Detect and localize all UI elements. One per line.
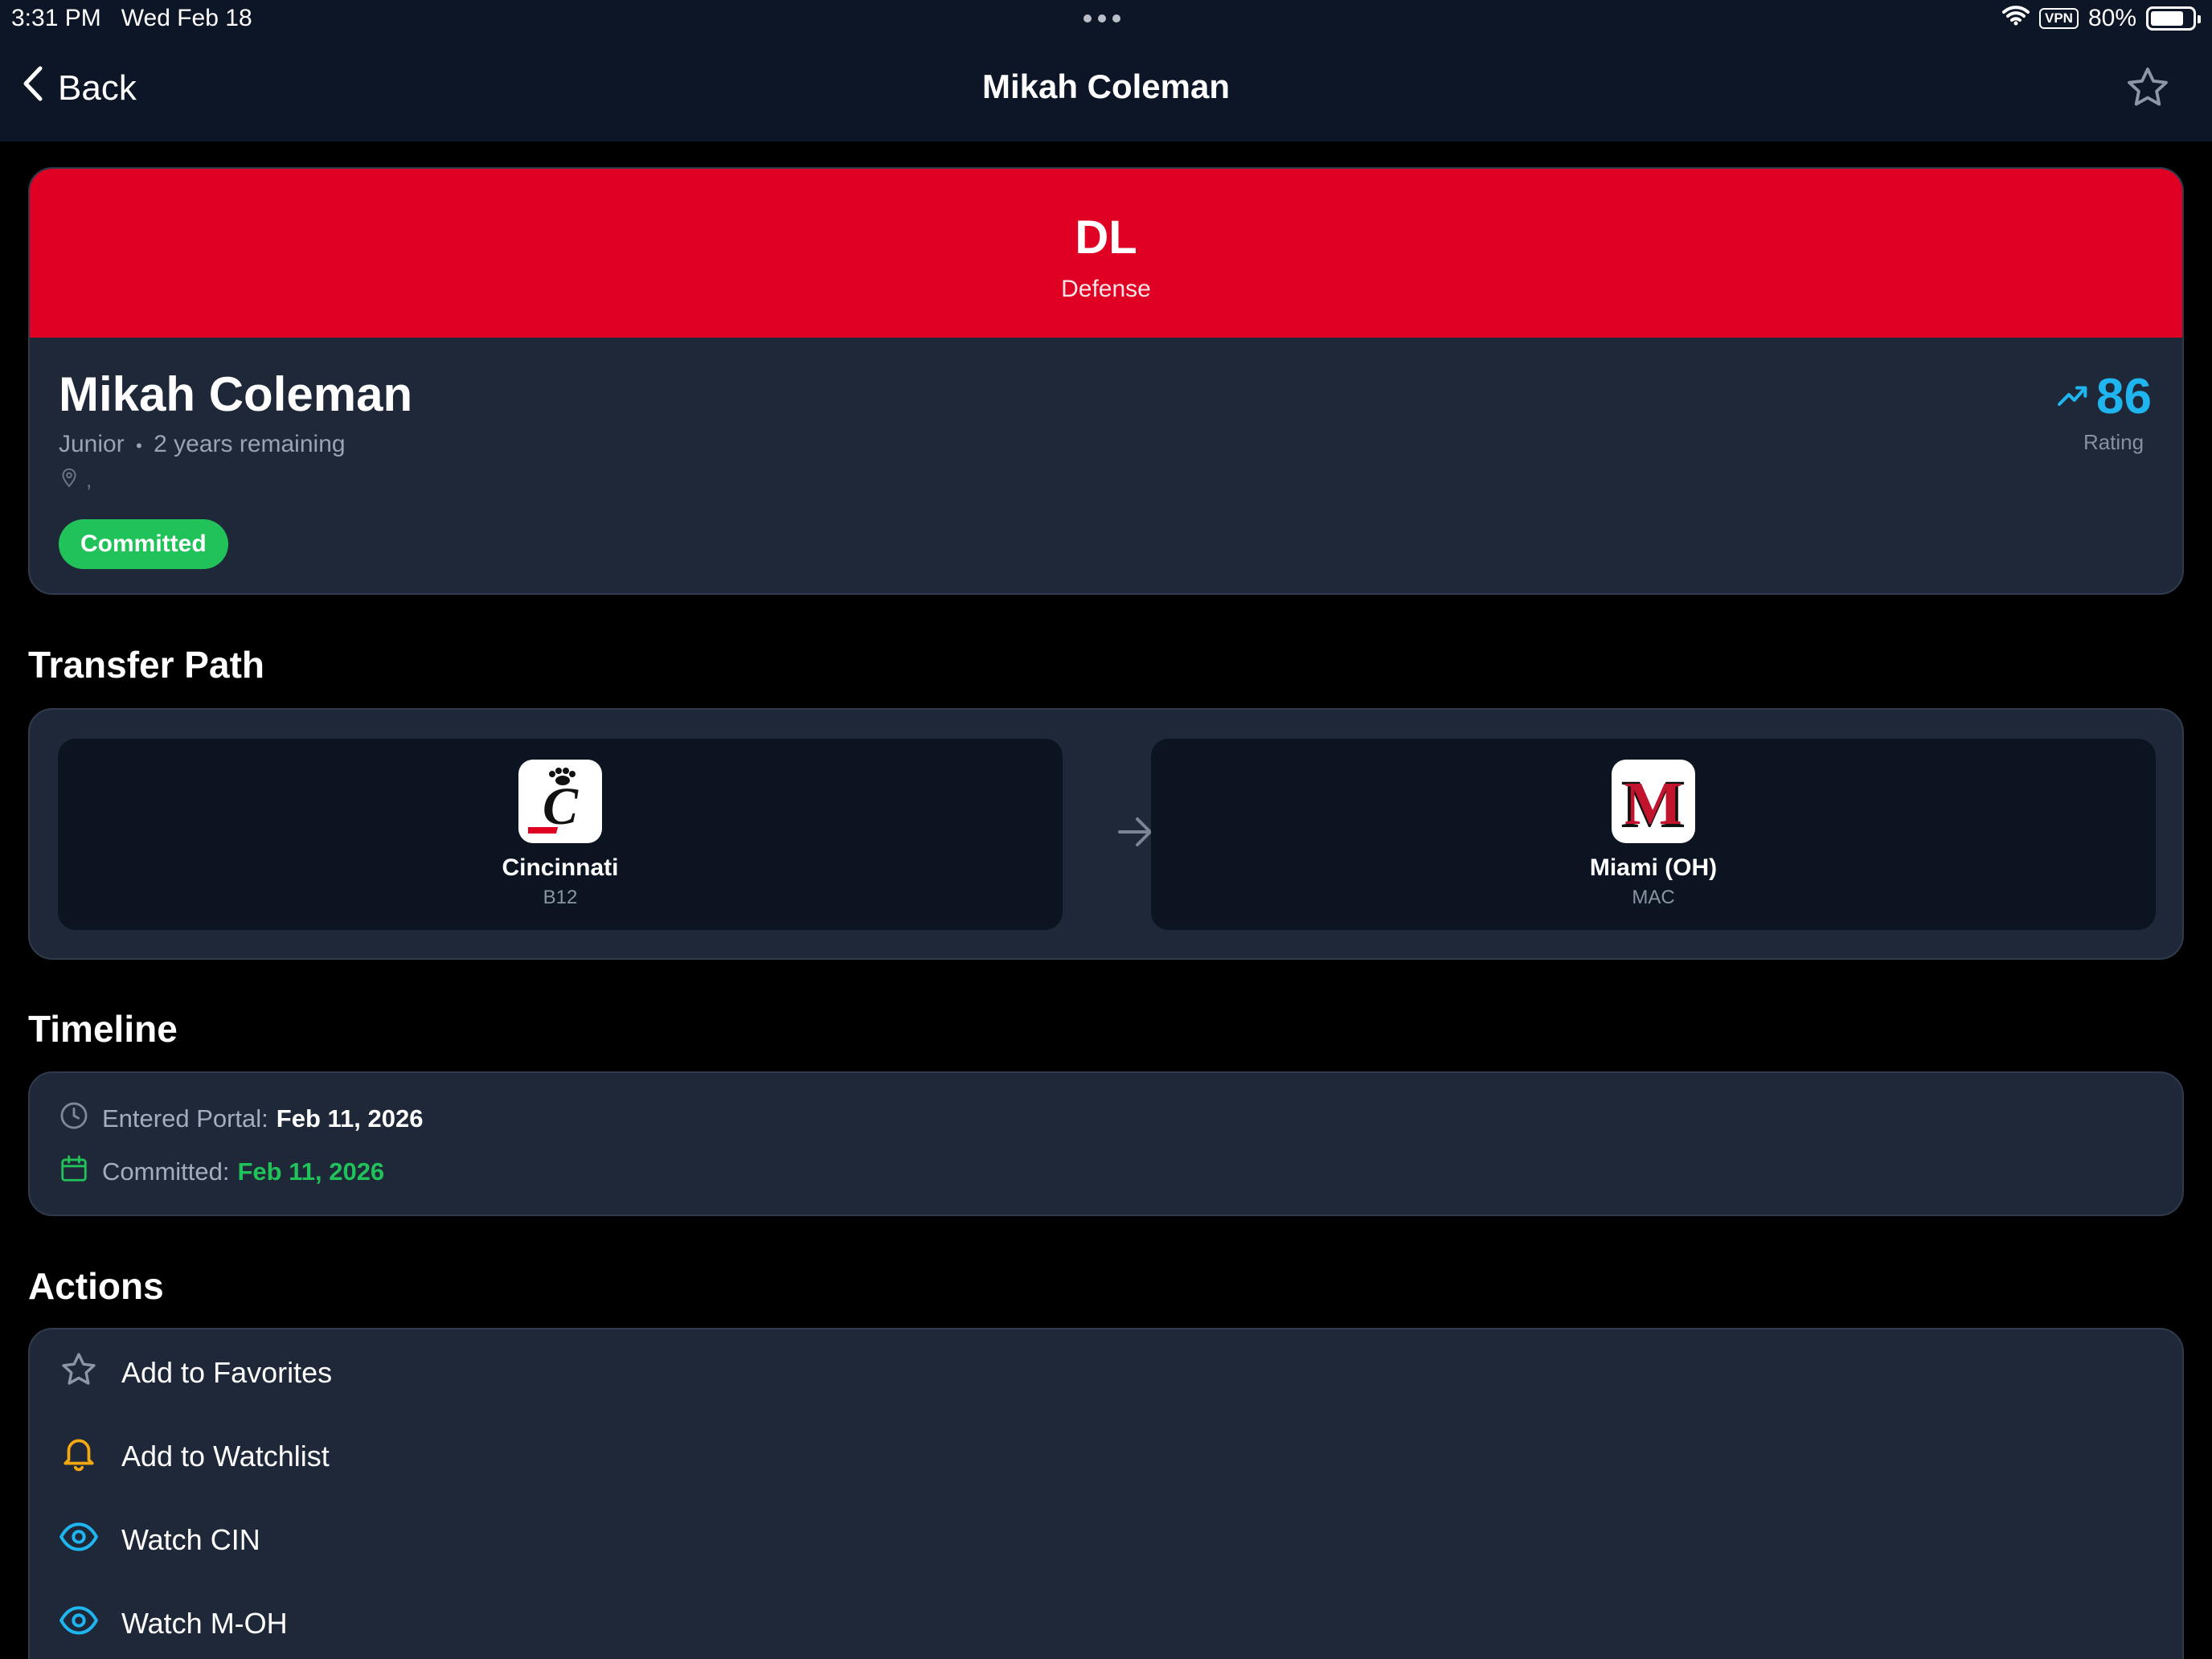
status-badge: Committed — [59, 519, 228, 569]
battery-percent: 80% — [2087, 5, 2136, 31]
add-to-favorites-button[interactable]: Add to Favorites — [59, 1341, 2149, 1405]
timeline-committed-row: Committed: Feb 11, 2026 — [59, 1153, 384, 1190]
player-location: , — [59, 466, 92, 494]
entered-date: Feb 11, 2026 — [276, 1104, 424, 1133]
committed-label: Committed: — [102, 1157, 230, 1186]
wifi-icon — [2001, 5, 2030, 32]
actions-title: Actions — [28, 1265, 164, 1307]
from-school-conference: B12 — [543, 887, 578, 908]
location-pin-icon — [59, 466, 80, 494]
nav-title: Mikah Coleman — [981, 68, 1231, 105]
position-code: DL — [1075, 211, 1137, 264]
battery-level — [2151, 11, 2183, 26]
status-bar: 3:31 PM Wed Feb 18 VPN 80% — [0, 0, 2212, 40]
trending-up-icon — [2056, 381, 2090, 412]
status-indicators: VPN 80% — [2001, 5, 2201, 32]
timeline-card: Entered Portal: Feb 11, 2026 Committed: … — [28, 1071, 2184, 1216]
status-date: Wed Feb 18 — [121, 5, 252, 31]
entered-label: Entered Portal: — [102, 1104, 268, 1133]
star-icon — [59, 1350, 99, 1396]
player-meta: Junior • 2 years remaining — [59, 431, 346, 458]
action-label: Add to Watchlist — [121, 1440, 330, 1473]
status-time: 3:31 PM Wed Feb 18 — [11, 5, 252, 32]
position-group: Defense — [1061, 276, 1151, 302]
position-banner: DL Defense — [30, 169, 2182, 338]
from-school[interactable]: C Cincinnati B12 — [58, 739, 1063, 930]
player-detail-screen: 3:31 PM Wed Feb 18 VPN 80% Mikah Coleman — [0, 0, 2212, 1659]
to-school[interactable]: M M Miami (OH) MAC — [1151, 739, 2156, 930]
bell-icon — [59, 1433, 99, 1481]
timeline-title: Timeline — [28, 1008, 178, 1050]
multitasking-dots-icon[interactable] — [1083, 14, 1120, 23]
action-label: Add to Favorites — [121, 1356, 333, 1389]
transfer-path-title: Transfer Path — [28, 644, 264, 686]
svg-text:M: M — [1624, 770, 1682, 834]
battery-icon — [2146, 6, 2201, 31]
to-school-name: Miami (OH) — [1589, 854, 1718, 881]
chevron-left-icon — [23, 66, 43, 110]
transfer-path-card: C Cincinnati B12 M M Miami (OH) MAC — [28, 708, 2184, 960]
location-text: , — [86, 468, 92, 492]
meta-separator: • — [136, 436, 142, 456]
timeline-entered-row: Entered Portal: Feb 11, 2026 — [59, 1100, 423, 1137]
back-button[interactable]: Back — [23, 66, 137, 110]
miami-oh-logo: M M — [1612, 760, 1695, 843]
action-label: Watch CIN — [121, 1523, 260, 1556]
rating-label: Rating — [2083, 430, 2144, 454]
cincinnati-logo: C — [518, 760, 602, 843]
back-label: Back — [58, 68, 137, 108]
calendar-icon — [59, 1153, 89, 1190]
status-clock: 3:31 PM — [11, 5, 101, 31]
star-icon — [2128, 68, 2168, 106]
to-school-conference: MAC — [1632, 887, 1675, 908]
eye-icon — [59, 1521, 99, 1560]
actions-card: Add to Favorites Add to Watchlist Watch … — [28, 1328, 2184, 1659]
arrow-right-icon — [1116, 814, 1155, 854]
watch-cin-button[interactable]: Watch CIN — [59, 1508, 2149, 1572]
rating-value: 86 — [2096, 369, 2152, 424]
player-card: DL Defense Mikah Coleman Junior • 2 year… — [28, 167, 2184, 595]
action-label: Watch M-OH — [121, 1607, 288, 1640]
navigation-bar: Mikah Coleman Back — [0, 40, 2212, 141]
from-school-name: Cincinnati — [502, 854, 619, 881]
eye-icon — [59, 1604, 99, 1644]
eligibility: 2 years remaining — [154, 431, 346, 457]
rating-box: 86 Rating — [2056, 368, 2152, 455]
player-name: Mikah Coleman — [59, 367, 413, 421]
favorite-star-button[interactable] — [2124, 64, 2172, 115]
committed-date: Feb 11, 2026 — [237, 1157, 385, 1186]
watch-m-oh-button[interactable]: Watch M-OH — [59, 1591, 2149, 1656]
add-to-watchlist-button[interactable]: Add to Watchlist — [59, 1424, 2149, 1489]
class-year: Junior — [59, 431, 125, 457]
vpn-badge: VPN — [2038, 8, 2079, 29]
clock-icon — [59, 1100, 89, 1137]
